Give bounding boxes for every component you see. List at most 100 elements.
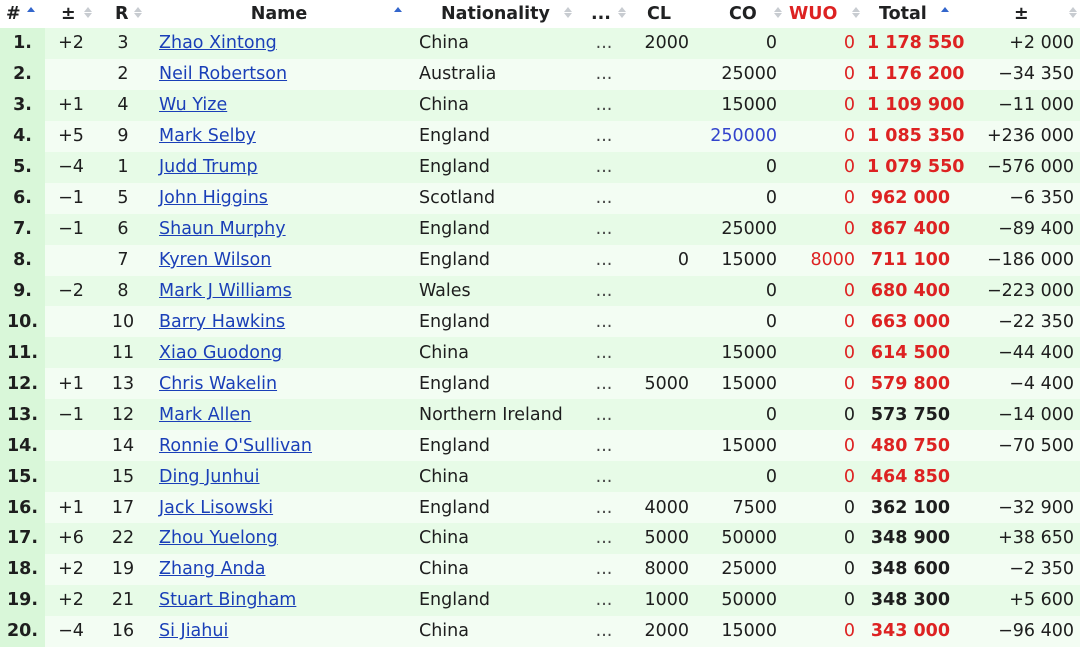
co-points-cell: 25000 bbox=[697, 213, 785, 245]
player-name-link[interactable]: John Higgins bbox=[159, 188, 268, 208]
total-points-cell: 1 178 550 bbox=[863, 28, 968, 59]
player-name-link[interactable]: Si Jiahui bbox=[159, 621, 228, 641]
sort-ascending-icon[interactable] bbox=[940, 6, 950, 22]
player-name-link[interactable]: Judd Trump bbox=[159, 157, 258, 177]
table-row: 12. +1 13 Chris Wakelin England... 5000 15000 0… bbox=[0, 368, 1080, 400]
sort-arrows-icon[interactable] bbox=[133, 6, 143, 22]
col-header-nationality[interactable]: Nationality bbox=[409, 0, 579, 28]
sort-arrows-icon[interactable] bbox=[83, 6, 93, 22]
col-header-position-change-label: ± bbox=[61, 4, 76, 24]
wuo-points-cell: 8000 bbox=[785, 244, 863, 276]
col-header-total-change[interactable]: ± bbox=[968, 0, 1080, 28]
player-name-link[interactable]: Stuart Bingham bbox=[159, 590, 296, 610]
player-name-cell: Si Jiahui bbox=[149, 615, 409, 647]
col-header-position-change[interactable]: ± bbox=[45, 0, 97, 28]
player-name-link[interactable]: Wu Yize bbox=[159, 95, 227, 115]
sort-arrows-icon[interactable] bbox=[1068, 6, 1078, 22]
more-cell: ... bbox=[579, 337, 629, 369]
player-name-link[interactable]: Chris Wakelin bbox=[159, 374, 277, 394]
rank-cell: 20. bbox=[0, 615, 45, 647]
player-name-link[interactable]: Xiao Guodong bbox=[159, 343, 282, 363]
total-points-cell: 962 000 bbox=[863, 182, 968, 214]
player-name-cell: Stuart Bingham bbox=[149, 584, 409, 616]
col-header-total[interactable]: Total bbox=[863, 0, 968, 28]
player-name-link[interactable]: Zhao Xintong bbox=[159, 33, 277, 53]
nationality-cell: England bbox=[409, 368, 579, 400]
total-points-cell: 680 400 bbox=[863, 275, 968, 307]
player-name-link[interactable]: Mark Selby bbox=[159, 126, 256, 146]
nationality-cell: Wales bbox=[409, 275, 579, 307]
co-points-cell: 0 bbox=[697, 461, 785, 493]
player-name-link[interactable]: Jack Lisowski bbox=[159, 498, 273, 518]
col-header-wuo[interactable]: WUO bbox=[785, 0, 863, 28]
more-cell: ... bbox=[579, 615, 629, 647]
cl-points-cell bbox=[629, 120, 697, 152]
cl-points-cell bbox=[629, 151, 697, 183]
previous-rank-cell: 10 bbox=[97, 306, 149, 338]
sort-arrows-icon[interactable] bbox=[617, 6, 627, 22]
nationality-cell: China bbox=[409, 28, 579, 59]
sort-arrows-icon[interactable] bbox=[773, 6, 783, 22]
player-name-link[interactable]: Zhou Yuelong bbox=[159, 528, 278, 548]
player-name-link[interactable]: Zhang Anda bbox=[159, 559, 265, 579]
total-change-cell bbox=[968, 461, 1080, 493]
col-header-position[interactable]: # bbox=[0, 0, 45, 28]
table-row: 4. +5 9 Mark Selby England... 250000 0 1 085 35… bbox=[0, 120, 1080, 152]
player-name-link[interactable]: Barry Hawkins bbox=[159, 312, 285, 332]
wuo-points-cell: 0 bbox=[785, 213, 863, 245]
co-points-cell: 15000 bbox=[697, 89, 785, 121]
sort-ascending-icon[interactable] bbox=[26, 6, 36, 22]
position-change-cell: +1 bbox=[45, 368, 97, 400]
rankings-table: # ± R Name Nationality ... CL CO WUO Tot… bbox=[0, 0, 1080, 647]
cl-points-cell: 0 bbox=[629, 244, 697, 276]
more-cell: ... bbox=[579, 120, 629, 152]
col-header-cl[interactable]: CL bbox=[629, 0, 697, 28]
table-row: 18. +2 19 Zhang Anda China... 8000 25000 0 348 6… bbox=[0, 553, 1080, 585]
nationality-cell: England bbox=[409, 120, 579, 152]
position-change-cell bbox=[45, 58, 97, 90]
table-row: 2. 2 Neil Robertson Australia... 25000 0 1 176… bbox=[0, 58, 1080, 90]
player-name-link[interactable]: Shaun Murphy bbox=[159, 219, 286, 239]
wuo-points-cell: 0 bbox=[785, 306, 863, 338]
cl-points-cell bbox=[629, 213, 697, 245]
total-change-cell: −186 000 bbox=[968, 244, 1080, 276]
col-header-previous-rank[interactable]: R bbox=[97, 0, 149, 28]
player-name-link[interactable]: Kyren Wilson bbox=[159, 250, 271, 270]
total-change-cell: −14 000 bbox=[968, 399, 1080, 431]
position-change-cell bbox=[45, 337, 97, 369]
sort-ascending-icon[interactable] bbox=[393, 6, 403, 22]
sort-arrows-icon[interactable] bbox=[563, 6, 573, 22]
total-points-cell: 348 600 bbox=[863, 553, 968, 585]
total-change-cell: −22 350 bbox=[968, 306, 1080, 338]
col-header-total-label: Total bbox=[879, 4, 927, 24]
player-name-cell: Shaun Murphy bbox=[149, 213, 409, 245]
col-header-co[interactable]: CO bbox=[697, 0, 785, 28]
col-header-name[interactable]: Name bbox=[149, 0, 409, 28]
previous-rank-cell: 9 bbox=[97, 120, 149, 152]
total-change-cell: +5 600 bbox=[968, 584, 1080, 616]
previous-rank-cell: 13 bbox=[97, 368, 149, 400]
player-name-link[interactable]: Mark Allen bbox=[159, 405, 251, 425]
cl-points-cell bbox=[629, 275, 697, 307]
co-points-cell: 15000 bbox=[697, 615, 785, 647]
nationality-cell: China bbox=[409, 523, 579, 554]
sort-arrows-icon[interactable] bbox=[851, 6, 861, 22]
cl-points-cell bbox=[629, 306, 697, 338]
cl-points-cell: 2000 bbox=[629, 28, 697, 59]
co-points-cell: 15000 bbox=[697, 368, 785, 400]
col-header-more[interactable]: ... bbox=[579, 0, 629, 28]
player-name-cell: Zhao Xintong bbox=[149, 28, 409, 59]
player-name-link[interactable]: Ronnie O'Sullivan bbox=[159, 436, 312, 456]
player-name-link[interactable]: Ding Junhui bbox=[159, 467, 260, 487]
previous-rank-cell: 11 bbox=[97, 337, 149, 369]
cl-points-cell bbox=[629, 399, 697, 431]
co-points-cell: 15000 bbox=[697, 244, 785, 276]
player-name-link[interactable]: Mark J Williams bbox=[159, 281, 292, 301]
player-name-cell: Mark Selby bbox=[149, 120, 409, 152]
player-name-link[interactable]: Neil Robertson bbox=[159, 64, 287, 84]
previous-rank-cell: 21 bbox=[97, 584, 149, 616]
total-points-cell: 1 085 350 bbox=[863, 120, 968, 152]
rank-cell: 7. bbox=[0, 213, 45, 245]
table-row: 11. 11 Xiao Guodong China... 15000 0 614 500 −4… bbox=[0, 337, 1080, 369]
position-change-cell: −4 bbox=[45, 615, 97, 647]
